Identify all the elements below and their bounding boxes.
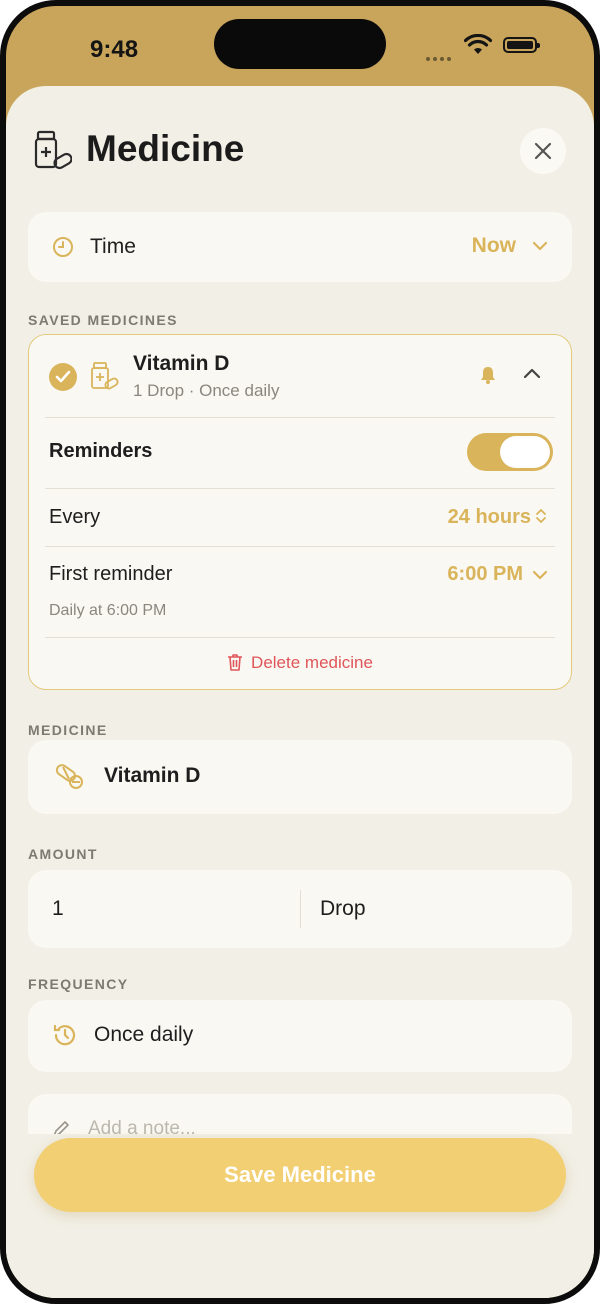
selected-check[interactable] bbox=[49, 363, 77, 391]
clock-icon bbox=[53, 237, 73, 257]
delete-medicine-button[interactable]: Delete medicine bbox=[29, 653, 571, 673]
saved-medicine-card: Vitamin D 1 Drop · Once daily Reminders … bbox=[28, 334, 572, 690]
saved-medicine-subtitle: 1 Drop · Once daily bbox=[133, 381, 280, 400]
reminders-toggle[interactable] bbox=[467, 433, 553, 471]
status-time: 9:48 bbox=[90, 36, 139, 63]
chevron-down-icon bbox=[532, 241, 548, 251]
saved-medicine-name: Vitamin D bbox=[133, 352, 230, 375]
every-label: Every bbox=[49, 506, 101, 528]
chevron-down-icon bbox=[532, 570, 548, 580]
divider bbox=[45, 488, 555, 489]
trash-icon bbox=[228, 654, 243, 671]
saved-medicines-heading: SAVED MEDICINES bbox=[28, 312, 178, 328]
chevron-updown-icon bbox=[536, 509, 546, 523]
divider bbox=[45, 637, 555, 638]
reminders-label: Reminders bbox=[49, 440, 153, 462]
frequency-field[interactable]: Once daily bbox=[28, 1000, 572, 1072]
pill-icon bbox=[55, 764, 83, 789]
history-icon bbox=[53, 1024, 76, 1046]
delete-label: Delete medicine bbox=[251, 653, 373, 672]
time-label: Time bbox=[90, 235, 136, 258]
close-button[interactable] bbox=[520, 128, 566, 174]
close-icon bbox=[534, 142, 552, 160]
chevron-up-icon[interactable] bbox=[523, 367, 541, 379]
amount-quantity-input[interactable]: 1 bbox=[52, 897, 64, 921]
every-value[interactable]: 24 hours bbox=[448, 506, 531, 529]
first-reminder-value[interactable]: 6:00 PM bbox=[447, 563, 523, 586]
divider bbox=[45, 546, 555, 547]
amount-divider bbox=[300, 890, 301, 928]
time-value: Now bbox=[471, 234, 516, 257]
medicine-value: Vitamin D bbox=[104, 764, 201, 787]
toggle-knob bbox=[500, 436, 550, 468]
phone-frame: 9:48 Medicine Time Now SAVED MEDICINES V… bbox=[0, 0, 600, 1304]
time-field[interactable]: Time Now bbox=[28, 212, 572, 282]
battery-icon bbox=[503, 37, 540, 53]
dynamic-island bbox=[214, 19, 386, 69]
page-title: Medicine bbox=[86, 128, 245, 169]
divider bbox=[45, 417, 555, 418]
medicine-bottle-icon bbox=[32, 130, 73, 177]
medicine-heading: MEDICINE bbox=[28, 722, 108, 738]
wifi-icon bbox=[463, 33, 493, 61]
first-reminder-label: First reminder bbox=[49, 563, 173, 585]
status-bar: 9:48 bbox=[6, 6, 594, 92]
frequency-heading: FREQUENCY bbox=[28, 976, 129, 992]
medicine-field[interactable]: Vitamin D bbox=[28, 740, 572, 814]
signal-icon bbox=[426, 48, 454, 66]
checkmark-icon bbox=[55, 370, 71, 383]
reminder-summary: Daily at 6:00 PM bbox=[49, 602, 167, 619]
medicine-bottle-icon bbox=[91, 362, 119, 390]
amount-field: 1 Drop bbox=[28, 870, 572, 948]
frequency-value: Once daily bbox=[94, 1023, 194, 1046]
amount-unit-select[interactable]: Drop bbox=[320, 897, 366, 921]
amount-heading: AMOUNT bbox=[28, 846, 98, 862]
medicine-sheet: Medicine Time Now SAVED MEDICINES Vitami… bbox=[6, 86, 594, 1298]
save-medicine-button[interactable]: Save Medicine bbox=[34, 1138, 566, 1212]
bell-icon bbox=[481, 367, 495, 384]
